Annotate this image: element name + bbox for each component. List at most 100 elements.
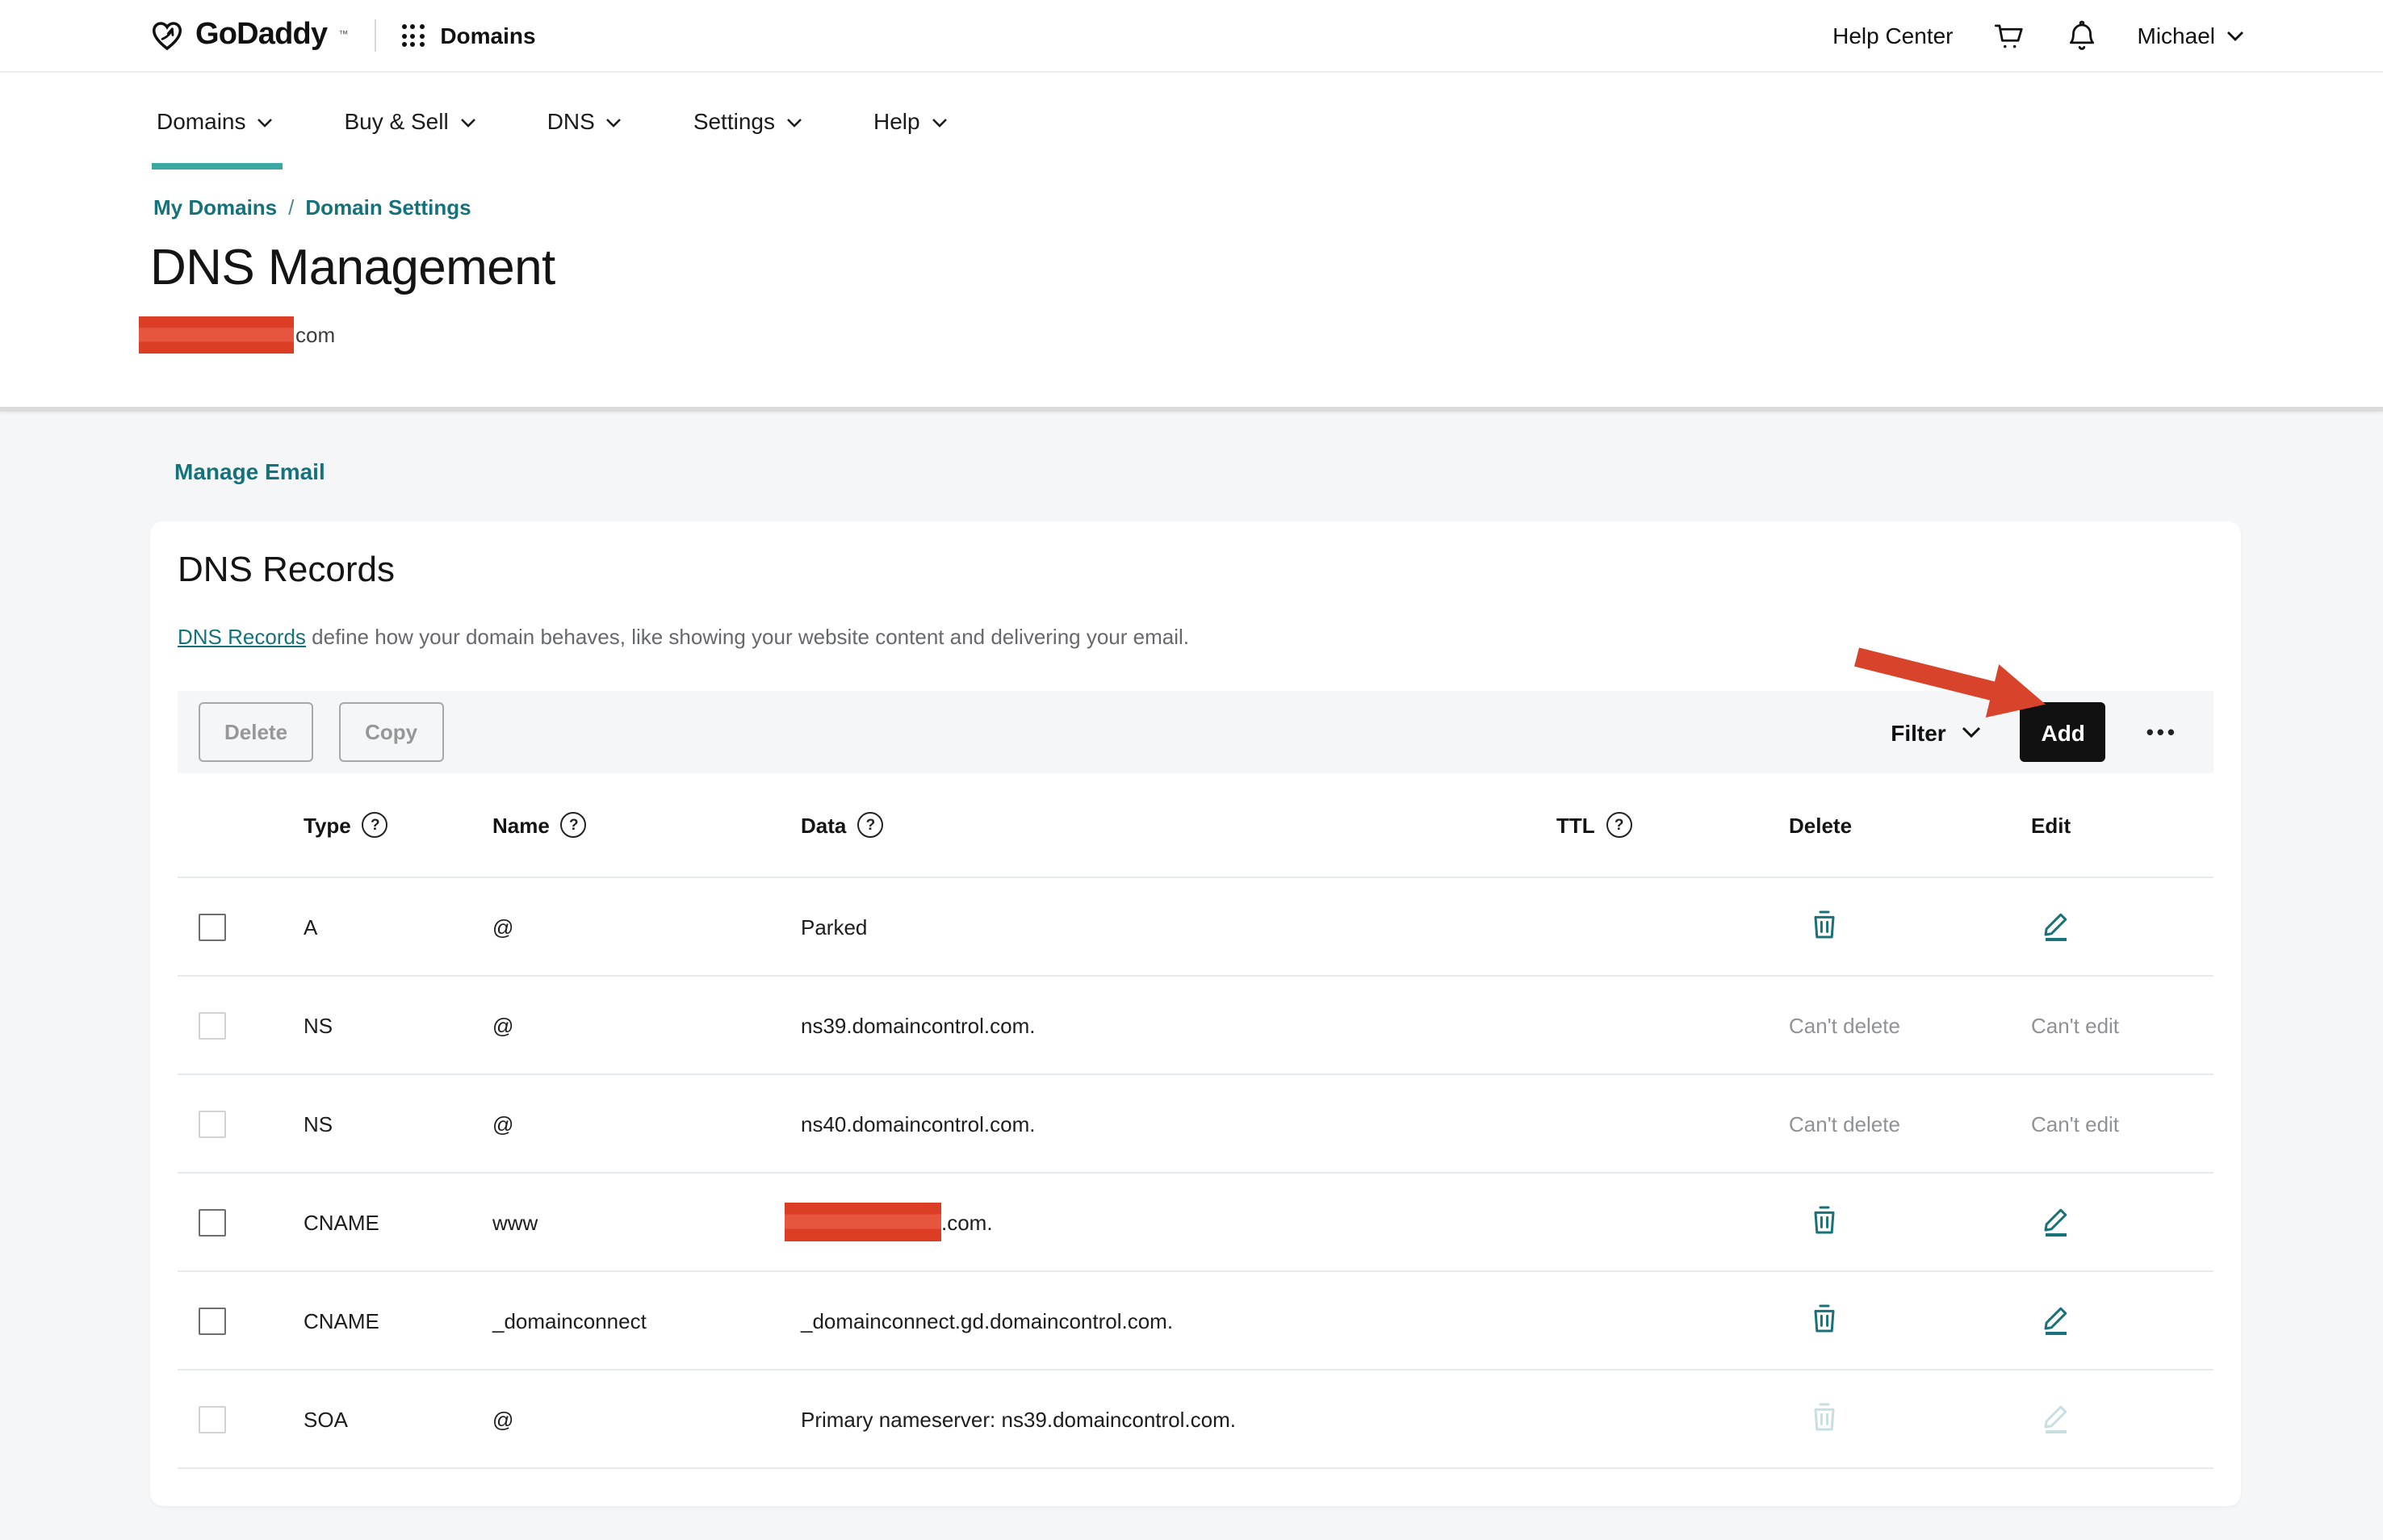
help-question-icon[interactable]: ? [857, 812, 883, 838]
card-description-text: define how your domain behaves, like sho… [306, 625, 1189, 649]
table-header-row: Type? Name? Data? TTL? Delete Edit [178, 773, 2213, 878]
table-row: NS @ ns39.domaincontrol.com. Can't delet… [178, 977, 2213, 1075]
tab-label: DNS [547, 108, 595, 134]
records-toolbar: Delete Copy Filter Add ••• [178, 691, 2213, 773]
record-data: .com. [801, 1203, 1556, 1241]
record-name: _domainconnect [492, 1308, 801, 1333]
help-center-link[interactable]: Help Center [1832, 23, 1953, 48]
manage-email-link[interactable]: Manage Email [174, 458, 325, 484]
redaction-box [139, 316, 294, 354]
record-name: @ [492, 1407, 801, 1431]
column-header-delete: Delete [1789, 813, 2031, 837]
record-data: _domainconnect.gd.domaincontrol.com. [801, 1308, 1556, 1333]
record-data-text: _domainconnect.gd.domaincontrol.com. [801, 1308, 1173, 1333]
hero-section: GoDaddy™ Domains Help Center [0, 0, 2383, 412]
dns-records-table: Type? Name? Data? TTL? Delete Edit A @ P… [178, 773, 2213, 1469]
breadcrumb-domain-settings[interactable]: Domain Settings [305, 195, 471, 220]
dns-records-link[interactable]: DNS Records [178, 625, 306, 649]
breadcrumb-separator: / [288, 195, 294, 220]
record-name: @ [492, 1111, 801, 1136]
record-type: NS [304, 1013, 492, 1037]
edit-record-button[interactable] [2044, 1306, 2068, 1335]
chevron-down-icon [258, 118, 274, 128]
help-question-icon[interactable]: ? [1606, 812, 1632, 838]
pencil-icon [2044, 1404, 2068, 1429]
table-body: A @ Parked [178, 878, 2213, 1469]
trademark-mark: ™ [338, 31, 348, 40]
cant-delete-label: Can't delete [1789, 1111, 1900, 1136]
record-type: NS [304, 1111, 492, 1136]
edit-record-button[interactable] [2044, 912, 2068, 941]
sub-navigation: Domains Buy & Sell DNS Settings Help [0, 73, 2383, 205]
copy-button[interactable]: Copy [339, 702, 443, 762]
edit-record-button [2044, 1404, 2068, 1433]
filter-dropdown[interactable]: Filter [1891, 719, 1981, 745]
more-options-button[interactable]: ••• [2146, 720, 2178, 744]
delete-button[interactable]: Delete [199, 702, 313, 762]
tab-domains[interactable]: Domains [157, 73, 274, 169]
column-header-ttl: TTL? [1556, 812, 1789, 838]
delete-record-button[interactable] [1811, 1205, 1837, 1234]
tab-label: Domains [157, 108, 246, 134]
help-question-icon[interactable]: ? [561, 812, 587, 838]
help-question-icon[interactable]: ? [362, 812, 388, 838]
table-row: CNAME _domainconnect _domainconnect.gd.d… [178, 1272, 2213, 1371]
tab-settings[interactable]: Settings [693, 73, 802, 169]
delete-record-button[interactable] [1811, 910, 1837, 939]
pencil-underline [2046, 1233, 2067, 1237]
cant-delete-label: Can't delete [1789, 1013, 1900, 1037]
row-checkbox [199, 1110, 226, 1137]
dns-records-card: DNS Records DNS Records define how your … [150, 521, 2241, 1506]
chevron-down-icon [2226, 30, 2244, 41]
record-data: ns40.domaincontrol.com. [801, 1111, 1556, 1136]
filter-label: Filter [1891, 719, 1945, 745]
delete-record-button[interactable] [1811, 1304, 1837, 1333]
pencil-underline [2046, 938, 2067, 941]
row-checkbox[interactable] [199, 1307, 226, 1334]
record-data-text: ns40.domaincontrol.com. [801, 1111, 1036, 1136]
header-divider [374, 19, 375, 52]
notifications-bell-icon[interactable] [2065, 19, 2099, 52]
column-header-name: Name? [492, 812, 801, 838]
cart-icon[interactable] [1992, 19, 2026, 52]
record-type: CNAME [304, 1308, 492, 1333]
tab-label: Buy & Sell [345, 108, 449, 134]
pencil-underline [2046, 1332, 2067, 1335]
row-checkbox [199, 1405, 226, 1433]
record-name: www [492, 1210, 801, 1234]
edit-record-button[interactable] [2044, 1207, 2068, 1237]
domain-suffix: com [295, 323, 335, 347]
godaddy-logo[interactable]: GoDaddy™ [150, 18, 348, 53]
card-description: DNS Records define how your domain behav… [178, 625, 1189, 649]
breadcrumb-my-domains[interactable]: My Domains [153, 195, 277, 220]
delete-record-button [1811, 1402, 1837, 1431]
record-data: Primary nameserver: ns39.domaincontrol.c… [801, 1407, 1556, 1431]
record-data-text: ns39.domaincontrol.com. [801, 1013, 1036, 1037]
record-name: @ [492, 914, 801, 939]
app-label: Domains [440, 23, 535, 48]
tab-label: Settings [693, 108, 775, 134]
tab-dns[interactable]: DNS [547, 73, 622, 169]
row-checkbox[interactable] [199, 1208, 226, 1236]
record-data-text: Primary nameserver: ns39.domaincontrol.c… [801, 1407, 1236, 1431]
tab-help[interactable]: Help [873, 73, 948, 169]
tab-buy-and-sell[interactable]: Buy & Sell [345, 73, 476, 169]
add-record-button[interactable]: Add [2021, 702, 2106, 762]
card-heading: DNS Records [178, 549, 395, 591]
cant-edit-label: Can't edit [2031, 1111, 2119, 1136]
table-row: NS @ ns40.domaincontrol.com. Can't delet… [178, 1075, 2213, 1174]
redaction-box [785, 1203, 941, 1241]
record-data: Parked [801, 914, 1556, 939]
record-data-text: Parked [801, 914, 867, 939]
top-header-bar: GoDaddy™ Domains Help Center [0, 0, 2383, 73]
app-switcher[interactable]: Domains [401, 23, 535, 48]
content-area: Manage Email DNS Records DNS Records def… [0, 412, 2383, 1540]
trash-icon [1811, 1402, 1837, 1431]
trash-icon [1811, 910, 1837, 939]
row-checkbox[interactable] [199, 913, 226, 940]
user-menu[interactable]: Michael [2138, 23, 2245, 48]
column-header-type: Type? [304, 812, 492, 838]
record-type: A [304, 914, 492, 939]
record-name: @ [492, 1013, 801, 1037]
trash-icon [1811, 1304, 1837, 1333]
